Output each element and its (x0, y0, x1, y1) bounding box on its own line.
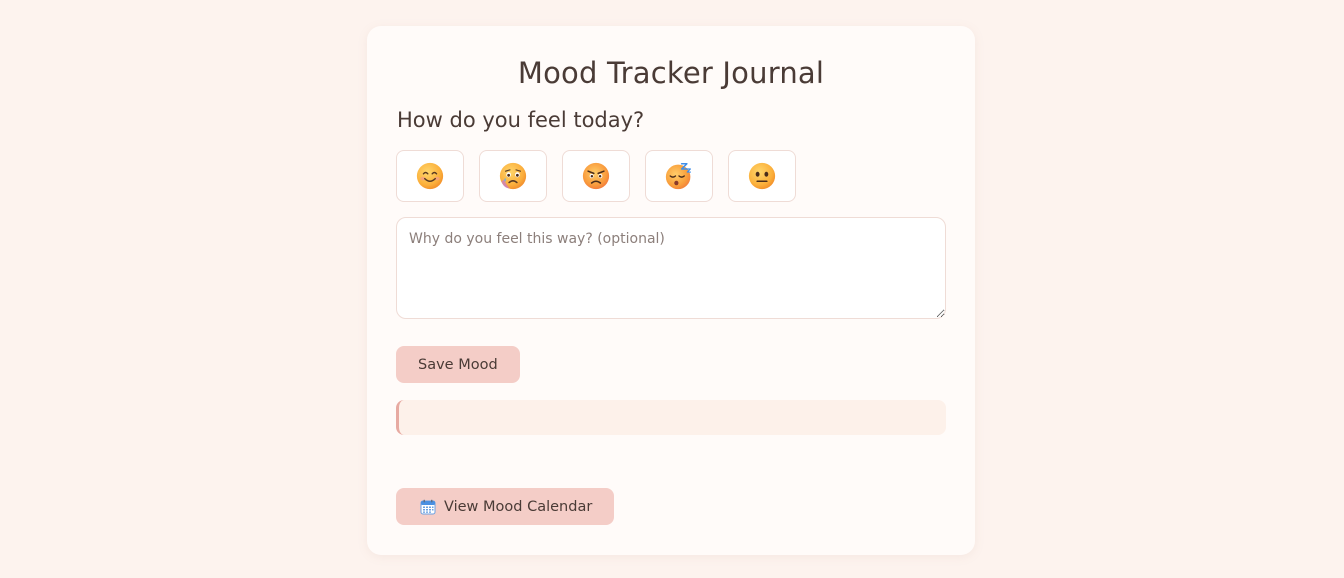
view-mood-calendar-button[interactable]: View Mood Calendar (396, 488, 615, 525)
angry-face-icon (582, 162, 610, 190)
mood-button-angry[interactable] (562, 150, 630, 202)
mood-reason-input[interactable] (396, 217, 946, 319)
mood-button-sad[interactable] (479, 150, 547, 202)
calendar-icon (420, 499, 436, 514)
save-mood-button[interactable]: Save Mood (396, 346, 520, 383)
mood-journal-card: Mood Tracker Journal How do you feel tod… (367, 26, 975, 555)
mood-options (396, 150, 796, 202)
sleeping-face-icon (665, 162, 691, 190)
sad-face-icon (499, 162, 527, 190)
smiling-face-icon (416, 162, 444, 190)
status-message (396, 400, 946, 435)
view-mood-calendar-label: View Mood Calendar (444, 498, 593, 515)
mood-prompt: How do you feel today? (397, 108, 645, 132)
save-mood-button-label: Save Mood (418, 356, 498, 373)
neutral-face-icon (748, 162, 776, 190)
mood-button-happy[interactable] (396, 150, 464, 202)
page-title: Mood Tracker Journal (517, 56, 825, 90)
mood-button-neutral[interactable] (728, 150, 796, 202)
mood-button-sleepy[interactable] (645, 150, 713, 202)
